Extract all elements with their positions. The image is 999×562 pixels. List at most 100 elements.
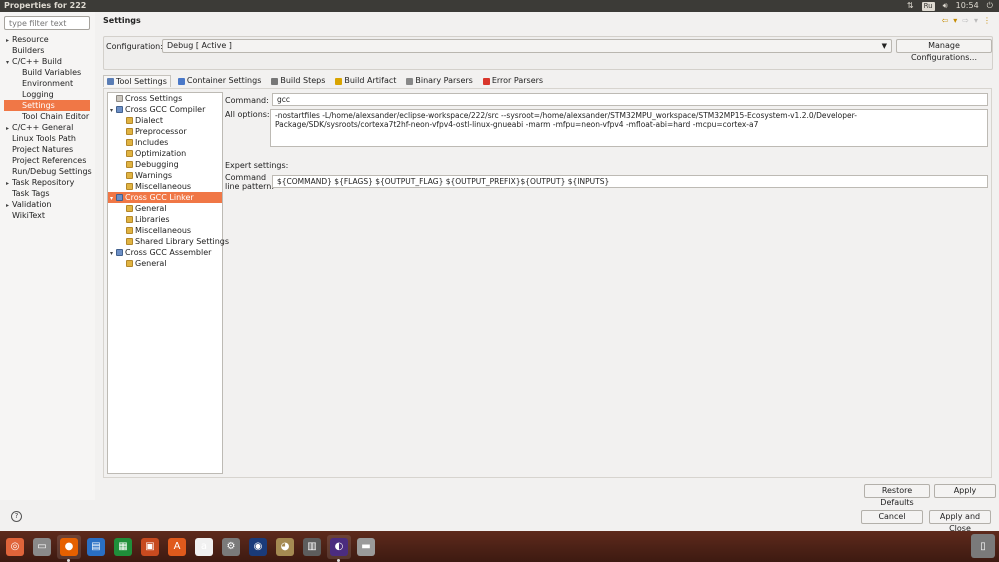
sidebar-label: Linux Tools Path xyxy=(12,134,76,143)
tab-label: Build Steps xyxy=(280,76,326,85)
calc-icon[interactable]: ▦ xyxy=(111,535,135,559)
tool-tree-item[interactable]: Dialect xyxy=(108,115,222,126)
tab-label: Tool Settings xyxy=(116,76,167,86)
apply-and-close-button[interactable]: Apply and Close xyxy=(929,510,991,533)
volume-icon[interactable]: 🔊︎ xyxy=(943,0,948,12)
tool-tree-item[interactable]: General xyxy=(108,203,222,214)
tool-tree-label: Optimization xyxy=(135,149,187,158)
files-icon[interactable]: ▭ xyxy=(30,535,54,559)
manage-configurations-button[interactable]: Manage Configurations... xyxy=(896,39,992,62)
apply-button[interactable]: Apply xyxy=(934,484,996,498)
tool-tree-label: Cross GCC Assembler xyxy=(125,248,212,257)
view-menu-icon[interactable]: ⋮ xyxy=(983,16,991,25)
sidebar-item[interactable]: Task Tags xyxy=(4,188,90,199)
clock[interactable]: 10:54 xyxy=(956,0,979,12)
drive-icon[interactable]: ▬ xyxy=(354,535,378,559)
ubuntu-dash-icon[interactable]: ◎ xyxy=(3,535,27,559)
tab-tool-settings[interactable]: Tool Settings xyxy=(103,75,171,87)
back-arrow-icon[interactable]: ⇦ xyxy=(942,16,949,25)
sidebar-item[interactable]: Project References xyxy=(4,155,90,166)
option-category-icon xyxy=(126,216,133,223)
tab-build-artifact[interactable]: Build Artifact xyxy=(332,75,399,87)
software-center-icon[interactable]: A xyxy=(165,535,189,559)
tool-tree-item[interactable]: ▾ Cross GCC Linker xyxy=(108,192,222,203)
sidebar-item[interactable]: ▸ C/C++ General xyxy=(4,122,90,133)
keyboard-layout-indicator[interactable]: Ru xyxy=(921,1,935,11)
tool-tree-item[interactable]: Debugging xyxy=(108,159,222,170)
sidebar-item[interactable]: ▸ Resource xyxy=(4,34,90,45)
configuration-select[interactable]: Debug [ Active ] ▼ xyxy=(162,39,892,53)
command-line-pattern-label-2: line pattern: xyxy=(225,182,275,191)
trash-icon[interactable]: ▯ xyxy=(971,534,995,558)
writer-icon[interactable]: ▤ xyxy=(84,535,108,559)
ubuntu-dash-glyph: ◎ xyxy=(6,537,24,556)
tab-error-parsers[interactable]: Error Parsers xyxy=(480,75,546,87)
tool-tree-item[interactable]: Optimization xyxy=(108,148,222,159)
tool-tree-label: General xyxy=(135,204,167,213)
tool-tree-label: Warnings xyxy=(135,171,173,180)
tool-tree-item[interactable]: Cross Settings xyxy=(108,93,222,104)
page-nav-buttons: ⇦ ▾ ⇨ ▾ ⋮ xyxy=(942,16,991,25)
tool-tree-item[interactable]: Miscellaneous xyxy=(108,181,222,192)
tab-binary-parsers[interactable]: Binary Parsers xyxy=(403,75,475,87)
sidebar-item[interactable]: WikiText xyxy=(4,210,90,221)
window-title: Properties for 222 xyxy=(4,1,87,10)
power-icon[interactable]: ⏻ xyxy=(987,0,993,12)
sidebar-item[interactable]: Linux Tools Path xyxy=(4,133,90,144)
tool-tree-item[interactable]: Warnings xyxy=(108,170,222,181)
calculator-icon[interactable]: ▥ xyxy=(300,535,324,559)
tab-build-steps[interactable]: Build Steps xyxy=(268,75,328,87)
sidebar-item[interactable]: Project Natures xyxy=(4,144,90,155)
tool-tree-item[interactable]: General xyxy=(108,258,222,269)
all-options-text[interactable]: -nostartfiles -L/home/alexsander/eclipse… xyxy=(270,109,988,147)
forward-dropdown-icon[interactable]: ▾ xyxy=(974,16,978,25)
sidebar-label: Settings xyxy=(22,101,55,110)
restore-defaults-button[interactable]: Restore Defaults xyxy=(864,484,930,507)
configuration-label: Configuration: xyxy=(106,42,163,51)
settings-tabs: Tool Settings Container Settings Build Ste… xyxy=(103,75,546,87)
command-input[interactable]: gcc xyxy=(272,93,988,106)
all-options-label: All options: xyxy=(225,110,270,119)
tool-tree-item[interactable]: Preprocessor xyxy=(108,126,222,137)
firefox-icon[interactable]: ● xyxy=(57,534,81,562)
tab-label: Error Parsers xyxy=(491,76,544,85)
eclipse-icon[interactable]: ◐ xyxy=(327,534,351,562)
cancel-button[interactable]: Cancel xyxy=(861,510,923,524)
tool-tree-item[interactable]: ▾ Cross GCC Compiler xyxy=(108,104,222,115)
sidebar-item[interactable]: Tool Chain Editor xyxy=(4,111,90,122)
gimp-icon[interactable]: ◕ xyxy=(273,535,297,559)
tool-tree-item[interactable]: Shared Library Settings xyxy=(108,236,229,247)
stm32cube-icon[interactable]: ◉ xyxy=(246,535,270,559)
tool-tree-item[interactable]: Libraries xyxy=(108,214,222,225)
container-icon xyxy=(177,77,185,85)
impress-icon[interactable]: ▣ xyxy=(138,535,162,559)
sidebar-label: Project Natures xyxy=(12,145,74,154)
sidebar-item[interactable]: Run/Debug Settings xyxy=(4,166,92,177)
sidebar-item[interactable]: Settings xyxy=(4,100,90,111)
tool-tree-item[interactable]: Miscellaneous xyxy=(108,225,222,236)
sidebar-item[interactable]: Build Variables xyxy=(4,67,90,78)
command-line-pattern-input[interactable]: ${COMMAND} ${FLAGS} ${OUTPUT_FLAG} ${OUT… xyxy=(272,175,988,188)
sidebar-item[interactable]: Logging xyxy=(4,89,90,100)
back-dropdown-icon[interactable]: ▾ xyxy=(953,16,957,25)
help-icon[interactable]: ? xyxy=(11,511,22,522)
amazon-icon[interactable]: a xyxy=(192,535,216,559)
sidebar-item[interactable]: ▾ C/C++ Build xyxy=(4,56,90,67)
network-icon[interactable]: ⇅ xyxy=(907,0,914,12)
sidebar-label: Environment xyxy=(22,79,74,88)
sidebar-item[interactable]: Builders xyxy=(4,45,90,56)
filter-input[interactable] xyxy=(4,16,90,30)
sidebar-item[interactable]: Environment xyxy=(4,78,90,89)
tool-tree-item[interactable]: Includes xyxy=(108,137,222,148)
sidebar-label: Validation xyxy=(12,200,52,209)
tab-container-settings[interactable]: Container Settings xyxy=(175,75,264,87)
command-label: Command: xyxy=(225,96,269,105)
sidebar-item[interactable]: ▸ Validation xyxy=(4,199,90,210)
forward-arrow-icon[interactable]: ⇨ xyxy=(962,16,969,25)
option-category-icon xyxy=(126,260,133,267)
tool-tree-label: Libraries xyxy=(135,215,170,224)
sidebar-label: Project References xyxy=(12,156,87,165)
tool-tree-item[interactable]: ▾ Cross GCC Assembler xyxy=(108,247,222,258)
sidebar-item[interactable]: ▸ Task Repository xyxy=(4,177,90,188)
settings-icon[interactable]: ⚙ xyxy=(219,535,243,559)
